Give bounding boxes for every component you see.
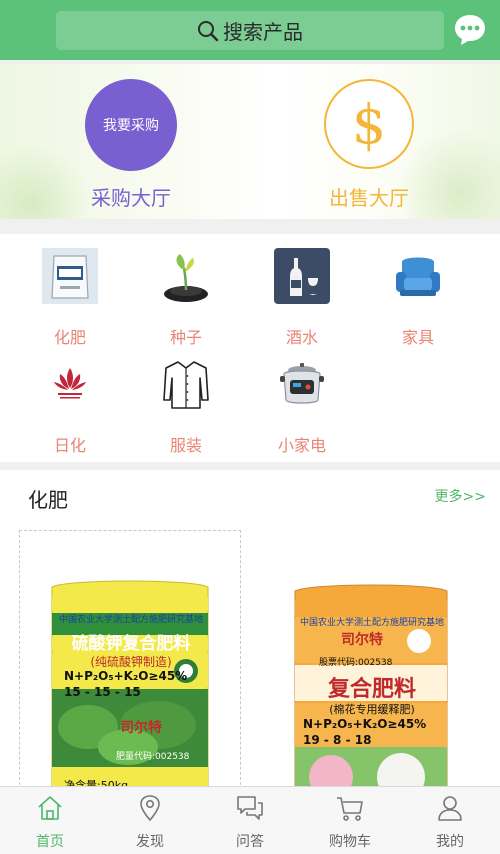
shopping-cart-icon (337, 797, 363, 821)
category-label: 服装 (169, 436, 202, 455)
search-icon (198, 20, 219, 41)
armchair-icon (396, 257, 440, 296)
category-drinks[interactable]: 酒水 (252, 248, 352, 348)
category-label: 日化 (53, 436, 86, 455)
purchase-hall-link[interactable]: 采购大厅 (60, 182, 202, 211)
product-code: 肥量代码:002538 (116, 752, 190, 762)
product-subtitle: (棉花专用缓释肥) (329, 703, 415, 716)
tab-label: 发现 (136, 834, 164, 850)
search-bar[interactable]: 搜索产品 (56, 11, 444, 50)
lotus-logo-icon (54, 368, 86, 399)
seedling-icon (164, 254, 208, 302)
product-card-2[interactable]: 中国农业大学测土配方施肥研究基地 司尔特 股票代码:002538 复合肥料 (棉… (262, 530, 484, 786)
wine-bottle-icon (274, 248, 330, 304)
sell-button[interactable]: $ (324, 79, 414, 169)
shirt-icon (163, 361, 209, 409)
product-brand: 司尔特 (120, 720, 162, 736)
fertilizer-section: 化肥 更多>> 中国农业大学测土配方施肥研究基地 硫酸钾复合肥料 (纯硫酸钾制造… (0, 470, 500, 786)
tab-home[interactable]: 首页 (0, 793, 100, 851)
tab-profile[interactable]: 我的 (400, 793, 500, 851)
product-code: 股票代码:002538 (319, 658, 393, 668)
category-label: 小家电 (277, 436, 326, 455)
category-furniture[interactable]: 家具 (368, 248, 468, 348)
category-label: 化肥 (53, 328, 86, 347)
product-ratio: 19 - 8 - 18 (303, 733, 372, 747)
category-label: 家具 (401, 328, 434, 347)
category-label: 种子 (169, 328, 202, 347)
purchase-button-label: 我要采购 (103, 118, 159, 134)
product-name: 硫酸钾复合肥料 (71, 634, 191, 654)
section-title: 化肥 (28, 488, 68, 512)
product-formula: N+P₂O₅+K₂O≥45% (64, 669, 188, 683)
chat-bubbles-icon (237, 796, 263, 820)
tab-cart[interactable]: 购物车 (300, 793, 400, 851)
top-bar: 搜索产品 (0, 0, 500, 60)
category-daily-chemicals[interactable]: 日化 (20, 356, 120, 456)
category-fertilizer[interactable]: 化肥 (20, 248, 120, 348)
tab-label: 问答 (236, 834, 264, 850)
category-label: 酒水 (285, 328, 318, 347)
tab-label: 购物车 (329, 834, 371, 850)
product-name: 复合肥料 (327, 677, 416, 702)
person-icon (438, 796, 462, 821)
product-top-text: 中国农业大学测土配方施肥研究基地 (299, 618, 444, 628)
dollar-icon: $ (351, 92, 387, 156)
product-ratio: 15 - 15 - 15 (64, 685, 141, 699)
fertilizer-bag-icon (42, 248, 98, 304)
purchase-button[interactable]: 我要采购 (85, 79, 177, 171)
home-icon (38, 796, 62, 820)
product-brand: 司尔特 (341, 632, 383, 648)
tab-label: 我的 (436, 834, 464, 850)
sell-hall-link[interactable]: 出售大厅 (298, 182, 440, 211)
hero-banner: 我要采购 采购大厅 $ 出售大厅 (0, 64, 500, 219)
tab-discover[interactable]: 发现 (100, 793, 200, 851)
rice-cooker-icon (280, 363, 324, 404)
category-seeds[interactable]: 种子 (136, 248, 236, 348)
product-card-1[interactable]: 中国农业大学测土配方施肥研究基地 硫酸钾复合肥料 (纯硫酸钾制造) N+P₂O₅… (19, 530, 241, 786)
bottom-tab-bar: 首页 发现 问答 购物车 我的 (0, 786, 500, 854)
product-weight: 净含量:50kg (64, 779, 129, 786)
location-pin-icon (140, 795, 160, 822)
more-link[interactable]: 更多>> (435, 486, 486, 506)
tab-label: 首页 (36, 834, 64, 850)
product-top-text: 中国农业大学测土配方施肥研究基地 (58, 615, 203, 625)
product-subtitle: (纯硫酸钾制造) (90, 655, 172, 669)
category-small-appliances[interactable]: 小家电 (252, 356, 352, 456)
category-clothing[interactable]: 服装 (136, 356, 236, 456)
search-placeholder: 搜索产品 (223, 20, 303, 44)
category-grid: 化肥 种子 酒水 家具 日化 服装 小家电 (0, 234, 500, 462)
tab-qa[interactable]: 问答 (200, 793, 300, 851)
chat-bubble-icon[interactable] (452, 12, 488, 48)
product-formula: N+P₂O₅+K₂O≥45% (303, 717, 427, 731)
